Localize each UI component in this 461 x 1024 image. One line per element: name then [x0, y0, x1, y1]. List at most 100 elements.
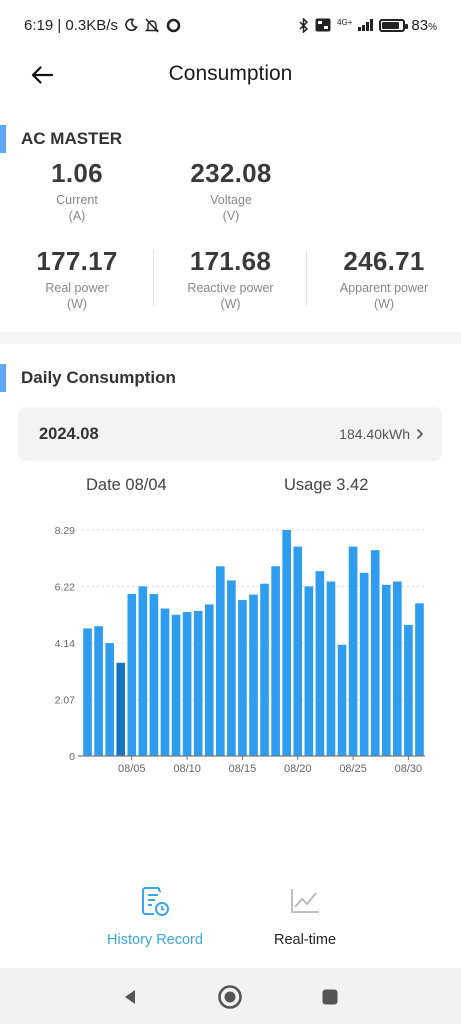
daily-consumption-card: Daily Consumption 2024.08 184.40kWh Date…: [0, 344, 461, 968]
tab-history-record[interactable]: History Record: [75, 884, 235, 948]
y-tick-label: 0: [69, 751, 75, 763]
metric-unit: (A): [68, 209, 86, 223]
volte-icon: [315, 18, 331, 32]
nav-recents-button[interactable]: [317, 984, 343, 1010]
record-circle-icon: [166, 18, 181, 32]
triangle-back-icon: [125, 990, 135, 1004]
chart-bar[interactable]: [238, 600, 247, 756]
metric-unit: (V): [222, 209, 240, 223]
chart-bar[interactable]: [227, 580, 236, 756]
daily-section-head: Daily Consumption: [0, 364, 176, 392]
metric-voltage: 232.08 Voltage (V): [160, 158, 302, 223]
metric-real-power: 177.17 Real power (W): [0, 246, 154, 311]
nav-home-button[interactable]: [217, 984, 243, 1010]
device-name: AC MASTER: [21, 129, 123, 148]
x-tick-label: 08/30: [395, 763, 423, 775]
y-tick-label: 4.14: [55, 638, 76, 650]
status-bar: 6:19 | 0.3KB/s 4G+ 83%: [0, 0, 461, 50]
x-tick-label: 08/15: [229, 763, 257, 775]
chart-bar[interactable]: [149, 594, 159, 756]
month-total-value: 184.40kWh: [339, 426, 410, 442]
chart-bar[interactable]: [171, 614, 181, 756]
chart-bar[interactable]: [370, 550, 380, 756]
tab-icon-wrap: [75, 884, 235, 920]
chart-bar[interactable]: [404, 624, 413, 756]
daily-usage-chart[interactable]: 8.29 6.22 4.14 2.07 0 08/05 08/10 08/15 08/20 08/…: [0, 514, 461, 804]
y-tick-label: 6.22: [55, 581, 76, 593]
chart-bar[interactable]: [260, 583, 269, 756]
chart-bar[interactable]: [160, 608, 170, 756]
chart-bar[interactable]: [138, 586, 148, 756]
y-tick-label: 2.07: [55, 695, 76, 707]
chart-bar[interactable]: [282, 530, 292, 756]
section-title: Daily Consumption: [21, 368, 176, 387]
chevron-right-icon: [416, 428, 424, 440]
y-tick-label: 8.29: [55, 525, 76, 537]
chart-bar[interactable]: [293, 546, 303, 756]
month-label: 2024.08: [39, 424, 99, 443]
history-record-icon: [142, 887, 169, 916]
chart-bar[interactable]: [116, 662, 126, 756]
chart-bar[interactable]: [249, 594, 258, 756]
device-metrics-card: AC MASTER 1.06 Current (A) 232.08 Voltag…: [0, 100, 461, 332]
battery-icon: [379, 18, 409, 32]
chart-bar[interactable]: [193, 610, 203, 756]
metric-apparent-power: 246.71 Apparent power (W): [307, 246, 461, 311]
chart-bar[interactable]: [337, 644, 347, 756]
status-right: 4G+ 83%: [298, 17, 437, 34]
battery-percent: 83%: [411, 16, 437, 34]
chart-bar[interactable]: [182, 612, 192, 756]
system-nav-bar: [0, 968, 461, 1024]
line-chart-icon: [291, 889, 319, 913]
metric-label: Real power: [45, 281, 109, 295]
muted-bell-icon: [144, 18, 160, 32]
metric-value: 171.68: [189, 246, 272, 276]
device-section-head: AC MASTER: [0, 125, 122, 153]
metric-label: Reactive power: [187, 281, 274, 295]
tab-label: History Record: [107, 932, 203, 948]
chart-bar[interactable]: [271, 566, 280, 756]
metric-unit: (W): [373, 297, 395, 311]
month-selector[interactable]: 2024.08 184.40kWh: [18, 407, 442, 461]
chart-bar[interactable]: [415, 603, 424, 756]
x-tick-label: 08/05: [118, 763, 146, 775]
circle-home-icon: [218, 985, 242, 1009]
metric-label: Voltage: [210, 193, 252, 207]
chart-bar[interactable]: [348, 546, 358, 756]
nav-back-button[interactable]: [117, 984, 143, 1010]
chart-bar[interactable]: [105, 643, 114, 756]
page-title: Consumption: [168, 62, 293, 85]
chart-bar[interactable]: [393, 581, 402, 756]
chart-bar[interactable]: [326, 581, 336, 756]
metric-unit: (W): [66, 297, 88, 311]
bluetooth-icon: [299, 17, 309, 33]
month-total: 184.40kWh: [339, 426, 424, 442]
metric-value: 1.06: [51, 158, 103, 188]
metric-current: 1.06 Current (A): [16, 158, 138, 223]
selected-date: Date 08/04: [86, 476, 167, 494]
tab-real-time[interactable]: Real-time: [225, 884, 385, 948]
chart-bar[interactable]: [127, 594, 137, 756]
metric-reactive-power: 171.68 Reactive power (W): [154, 246, 307, 311]
metric-unit: (W): [220, 297, 241, 311]
signal-icon: [358, 19, 374, 31]
moon-icon: [125, 18, 138, 32]
metric-label: Current: [56, 193, 98, 207]
chart-bar[interactable]: [215, 566, 225, 756]
section-accent-bar: [0, 364, 6, 392]
chart-bar[interactable]: [204, 604, 214, 756]
metric-value: 177.17: [36, 246, 118, 276]
chart-bar[interactable]: [94, 626, 103, 756]
metric-value: 246.71: [343, 246, 425, 276]
tab-icon-wrap: [225, 884, 385, 920]
x-tick-label: 08/25: [339, 763, 367, 775]
metric-value: 232.08: [190, 158, 272, 188]
chart-bar[interactable]: [315, 571, 325, 756]
chart-bar[interactable]: [381, 584, 391, 756]
x-tick-label: 08/20: [284, 763, 312, 775]
chart-bar[interactable]: [83, 628, 92, 756]
x-tick-label: 08/10: [173, 763, 201, 775]
chart-bar[interactable]: [304, 586, 314, 756]
status-time-speed: 6:19 | 0.3KB/s: [24, 16, 118, 34]
chart-bar[interactable]: [359, 572, 369, 756]
